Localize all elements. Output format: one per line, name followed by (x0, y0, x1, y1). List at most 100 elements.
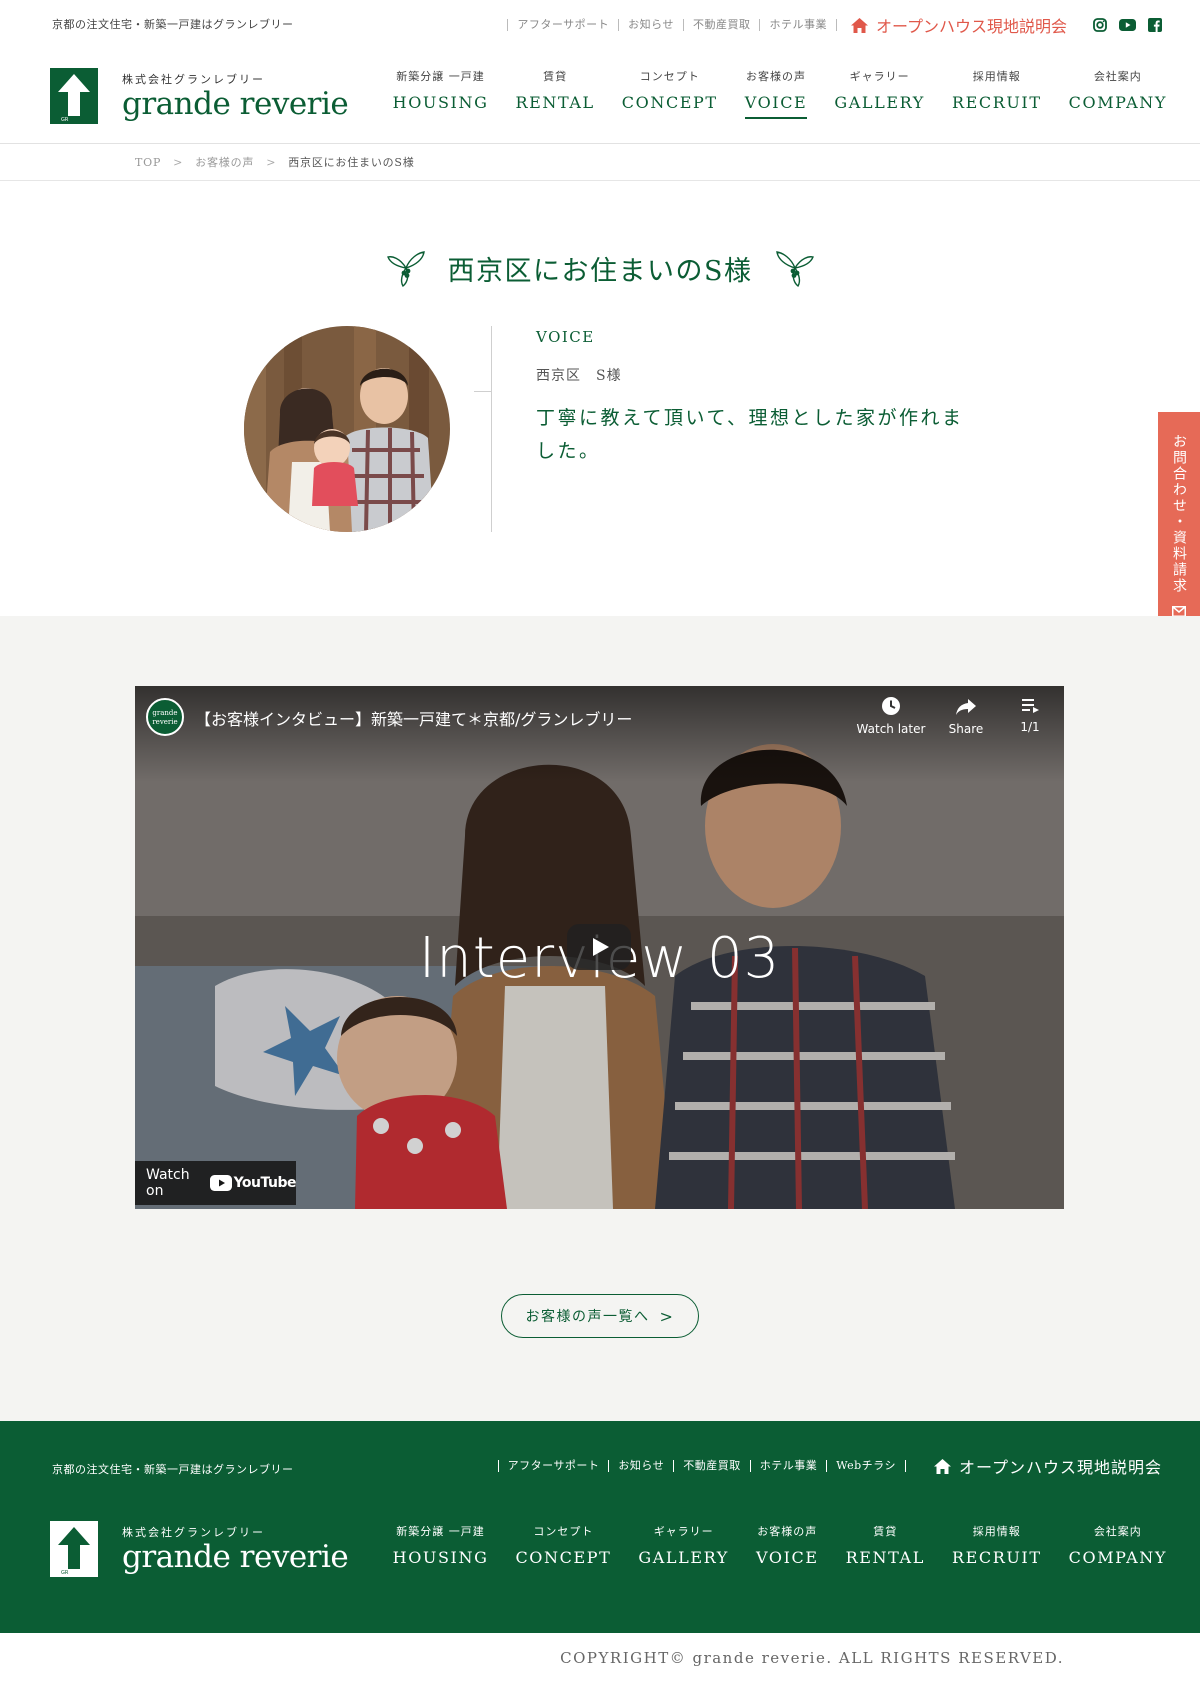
footer-logo-brand-name: grande reverie (122, 1538, 349, 1575)
breadcrumb-current: 西京区にお住まいのS様 (288, 156, 415, 169)
footer-utility-nav: アフターサポート お知らせ 不動産買取 ホテル事業 Webチラシ オープンハウス… (497, 1454, 1162, 1478)
footer-nav-item-gallery[interactable]: ギャラリー GALLERY (638, 1523, 729, 1567)
global-nav: 新築分譲 一戸建 HOUSING 賃貸 RENTAL コンセプト CONCEPT… (366, 68, 1167, 119)
chevron-right-icon: > (659, 1306, 675, 1326)
nav-item-jp-label: 賃貸 (873, 1525, 898, 1538)
nav-item-company[interactable]: 会社案内 COMPANY (1069, 68, 1167, 112)
breadcrumb-voice[interactable]: お客様の声 (195, 154, 254, 170)
home-icon (850, 17, 868, 33)
nav-item-jp-label: お客様の声 (757, 1525, 818, 1538)
nav-item-en-label: VOICE (744, 93, 808, 112)
logo-mark-letters: GR (61, 117, 69, 123)
openhouse-label: オープンハウス現地説明会 (875, 17, 1067, 36)
footer-logo-company-name: 株式会社グランレブリー (122, 1525, 265, 1539)
youtube-embed[interactable]: grande reverie 【お客様インタビュー】新築一戸建て＊京都/グランレ… (135, 686, 1064, 1209)
util-link-hotel[interactable]: ホテル事業 (759, 19, 837, 31)
nav-item-housing[interactable]: 新築分譲 一戸建 HOUSING (393, 68, 489, 112)
footer-util-link-web-flyer[interactable]: Webチラシ (826, 1460, 906, 1472)
breadcrumb-top[interactable]: TOP (135, 156, 161, 169)
youtube-logo: YouTube (209, 1175, 297, 1191)
footer-nav: 新築分譲 一戸建 HOUSING コンセプト CONCEPT ギャラリー GAL… (366, 1523, 1167, 1567)
nav-item-recruit[interactable]: 採用情報 RECRUIT (952, 68, 1042, 112)
instagram-icon[interactable] (1093, 18, 1107, 32)
voice-list-button-label: お客様の声一覧へ (525, 1309, 650, 1325)
nav-item-jp-label: 採用情報 (972, 1525, 1021, 1538)
play-button-icon[interactable] (567, 924, 631, 970)
footer-logo[interactable]: GR 株式会社グランレブリー grande reverie (50, 1521, 349, 1577)
customer-quote: 丁寧に教えて頂いて、理想とした家が作れました。 (536, 407, 964, 462)
holly-leaf-icon (386, 251, 425, 288)
nav-item-en-label: CONCEPT (515, 1548, 612, 1567)
footer-logo-text: 株式会社グランレブリー grande reverie (122, 1524, 349, 1575)
clock-icon (882, 697, 900, 715)
youtube-icon[interactable] (1119, 19, 1136, 31)
header-tagline: 京都の注文住宅・新築一戸建はグランレブリー (52, 18, 294, 31)
voice-label: VOICE (536, 328, 595, 346)
footer-openhouse-link[interactable]: オープンハウス現地説明会 (933, 1454, 1162, 1478)
footer-nav-item-rental[interactable]: 賃貸 RENTAL (846, 1523, 925, 1567)
logo-company-name: 株式会社グランレブリー (122, 72, 265, 86)
util-link-news[interactable]: お知らせ (618, 19, 683, 31)
nav-item-en-label: RENTAL (845, 1548, 925, 1567)
page-title-row: 西京区にお住まいのS様 (0, 248, 1200, 288)
footer-nav-item-housing[interactable]: 新築分譲 一戸建 HOUSING (393, 1523, 489, 1567)
playlist-position: 1/1 (1020, 720, 1040, 734)
divider-vertical (491, 326, 492, 532)
contact-side-tab-label: お問合わせ・資料請求 (1171, 434, 1187, 594)
breadcrumb: TOP > お客様の声 > 西京区にお住まいのS様 (0, 144, 1200, 181)
breadcrumb-separator: > (266, 155, 277, 169)
nav-item-voice[interactable]: お客様の声 VOICE (744, 68, 808, 119)
nav-item-jp-label: ギャラリー (849, 70, 910, 83)
nav-item-gallery[interactable]: ギャラリー GALLERY (834, 68, 925, 112)
nav-item-rental[interactable]: 賃貸 RENTAL (515, 68, 594, 112)
watch-on-label: Watch on (146, 1167, 190, 1199)
breadcrumb-separator: > (173, 155, 184, 169)
footer-util-link-real-estate[interactable]: 不動産買取 (673, 1460, 750, 1472)
logo-text: 株式会社グランレブリー grande reverie (122, 71, 349, 122)
site-logo[interactable]: GR 株式会社グランレブリー grande reverie (50, 68, 349, 124)
video-title[interactable]: 【お客様インタビュー】新築一戸建て＊京都/グランレブリー (195, 706, 632, 730)
footer-nav-item-concept[interactable]: コンセプト CONCEPT (515, 1523, 611, 1567)
footer-nav-item-voice[interactable]: お客様の声 VOICE (756, 1523, 819, 1567)
nav-item-jp-label: 新築分譲 一戸建 (396, 1525, 485, 1538)
sns-links (1081, 18, 1162, 32)
footer-nav-item-company[interactable]: 会社案内 COMPANY (1069, 1523, 1167, 1567)
channel-name-line: reverie (152, 718, 178, 726)
logo-brand-name: grande reverie (122, 85, 349, 122)
footer-util-link-hotel[interactable]: ホテル事業 (749, 1460, 827, 1472)
footer-nav-item-recruit[interactable]: 採用情報 RECRUIT (952, 1523, 1042, 1567)
nav-item-en-label: COMPANY (1068, 1548, 1167, 1567)
footer-util-link-after-support[interactable]: アフターサポート (497, 1460, 609, 1472)
voice-list-button[interactable]: お客様の声一覧へ > (501, 1294, 699, 1338)
nav-item-jp-label: ギャラリー (653, 1525, 714, 1538)
video-section: grande reverie 【お客様インタビュー】新築一戸建て＊京都/グランレ… (0, 616, 1200, 1421)
logo-mark-icon: GR (50, 1521, 98, 1577)
youtube-icon (209, 1175, 232, 1191)
util-link-real-estate[interactable]: 不動産買取 (682, 19, 760, 31)
contact-side-tab[interactable]: お問合わせ・資料請求 (1158, 412, 1200, 638)
playlist-button[interactable]: 1/1 (995, 696, 1064, 734)
openhouse-link[interactable]: オープンハウス現地説明会 (850, 13, 1067, 37)
share-button[interactable]: Share (931, 696, 1001, 736)
footer-util-link-news[interactable]: お知らせ (608, 1460, 673, 1472)
util-link-after-support[interactable]: アフターサポート (507, 19, 618, 31)
nav-item-jp-label: 会社案内 (1093, 70, 1142, 83)
nav-item-en-label: COMPANY (1068, 93, 1167, 112)
watch-on-youtube-button[interactable]: Watch on YouTube (135, 1161, 297, 1205)
copyright: COPYRIGHT© grande reverie. ALL RIGHTS RE… (0, 1633, 1200, 1684)
divider-tick (474, 391, 492, 392)
nav-item-jp-label: 会社案内 (1093, 1525, 1142, 1538)
nav-item-en-label: GALLERY (638, 1548, 729, 1567)
customer-name: 西京区 S様 (536, 368, 622, 384)
site-footer: 京都の注文住宅・新築一戸建はグランレブリー アフターサポート お知らせ 不動産買… (0, 1421, 1200, 1633)
watch-later-button[interactable]: Watch later (856, 696, 926, 736)
share-label: Share (948, 722, 984, 736)
playlist-icon (1022, 699, 1039, 713)
nav-item-concept[interactable]: コンセプト CONCEPT (622, 68, 718, 112)
facebook-icon[interactable] (1148, 18, 1162, 32)
logo-mark-icon: GR (50, 68, 98, 124)
nav-item-en-label: HOUSING (392, 1548, 489, 1567)
footer-tagline: 京都の注文住宅・新築一戸建はグランレブリー (52, 1463, 294, 1476)
channel-avatar[interactable]: grande reverie (146, 698, 184, 736)
nav-item-en-label: RENTAL (515, 93, 595, 112)
